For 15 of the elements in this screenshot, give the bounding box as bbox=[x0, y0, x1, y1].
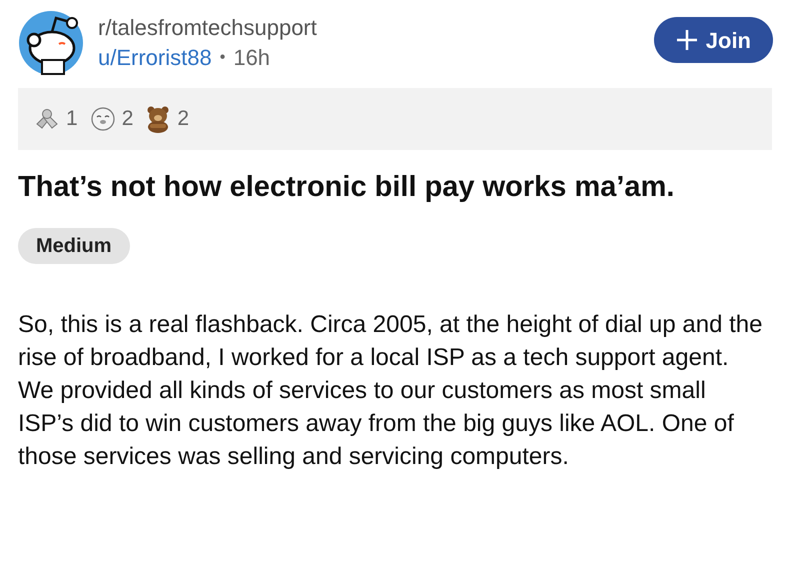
join-button[interactable]: Join bbox=[654, 17, 773, 63]
post-age: 16h bbox=[233, 44, 270, 72]
separator-dot: • bbox=[220, 48, 226, 68]
flair-tag: Medium bbox=[18, 228, 130, 264]
seal-face-icon bbox=[90, 106, 116, 132]
award-count: 2 bbox=[122, 106, 134, 132]
avatar-icon[interactable] bbox=[18, 10, 84, 76]
bear-icon bbox=[145, 105, 172, 133]
author-link[interactable]: u/Errorist88 bbox=[98, 43, 212, 73]
subreddit-name[interactable]: r/talesfromtechsupport bbox=[98, 13, 317, 43]
award-count: 2 bbox=[177, 106, 190, 132]
post-title: That’s not how electronic bill pay works ma’am. bbox=[18, 170, 676, 205]
post-body: So, this is a real flashback. Circa 2005, at the height of dial up and the rise of broadband, I worked for a local ISP as a tech support agent. We provided all kinds of services to our customers as most small ISP’s did to win customers away from the big guys like AOL. One of those services was selling and servicing computers. bbox=[18, 310, 764, 472]
plus-icon bbox=[676, 29, 698, 51]
award-count: 1 bbox=[66, 106, 78, 132]
